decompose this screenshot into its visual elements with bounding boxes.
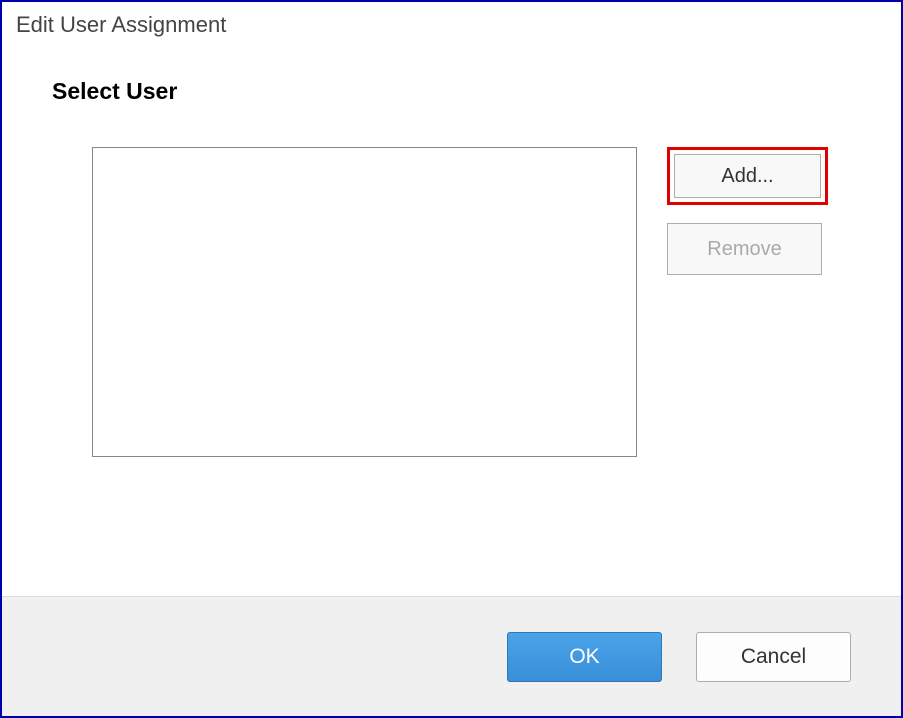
main-row: Add... Remove	[52, 147, 861, 457]
add-button-highlight: Add...	[667, 147, 828, 205]
dialog-content: Select User Add... Remove	[2, 48, 901, 487]
cancel-button[interactable]: Cancel	[696, 632, 851, 682]
dialog-title-bar: Edit User Assignment	[2, 2, 901, 48]
dialog-title: Edit User Assignment	[16, 12, 226, 37]
add-button[interactable]: Add...	[674, 154, 821, 198]
ok-button[interactable]: OK	[507, 632, 662, 682]
side-button-column: Add... Remove	[667, 147, 828, 457]
remove-button: Remove	[667, 223, 822, 275]
dialog-button-bar: OK Cancel	[2, 596, 901, 716]
section-heading: Select User	[52, 78, 861, 105]
user-list-box[interactable]	[92, 147, 637, 457]
